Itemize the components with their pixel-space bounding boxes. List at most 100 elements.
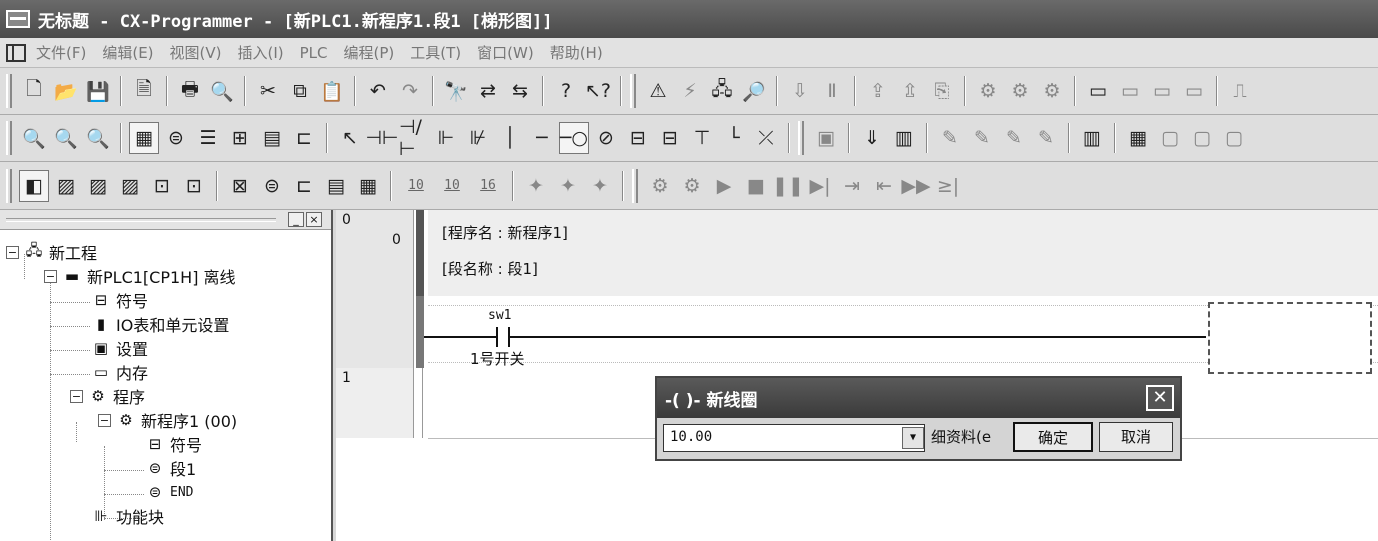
watch-window-icon[interactable]: ▦	[1123, 122, 1153, 154]
watch-icon[interactable]: ▨	[83, 170, 113, 202]
cross-reference-icon[interactable]: ⇆	[505, 75, 535, 107]
run-mode-icon[interactable]: ⇩	[785, 75, 815, 107]
tree-item-symbols[interactable]: ⊟ 符号	[90, 288, 148, 312]
tree-item-local-symbols[interactable]: ⊟ 符号	[144, 432, 202, 456]
address-reference-icon[interactable]: ▨	[115, 170, 145, 202]
sim-continuous-step-icon[interactable]: ▶▶	[901, 170, 931, 202]
menu-help[interactable]: 帮助(H)	[550, 42, 603, 63]
context-help-icon[interactable]: ↖?	[583, 75, 613, 107]
document-icon[interactable]	[6, 43, 26, 62]
delete-line-icon[interactable]: ⤫	[751, 122, 781, 154]
collapse-icon[interactable]: −	[44, 269, 57, 283]
error-window-icon[interactable]: ▢	[1187, 122, 1217, 154]
rung-0-comment[interactable]: [程序名 : 新程序1] [段名称 : 段1]	[428, 210, 1378, 296]
select-pointer-icon[interactable]: ↖	[335, 122, 365, 154]
detail-button[interactable]: 细资料(e	[931, 426, 991, 447]
properties-icon[interactable]: 🗎	[129, 75, 159, 107]
new-closed-contact-icon[interactable]: ⊣/⊢	[399, 116, 429, 160]
menu-insert[interactable]: 插入(I)	[238, 42, 284, 63]
chevron-down-icon[interactable]: ▼	[902, 427, 924, 449]
transfer-to-plc-icon[interactable]: ⇪	[863, 75, 893, 107]
new-closed-coil-icon[interactable]: ⊘	[591, 122, 621, 154]
sim-step-out-icon[interactable]: ⇤	[869, 170, 899, 202]
help-icon[interactable]: ?	[551, 75, 581, 107]
contact-operand[interactable]: sw1	[488, 308, 511, 323]
menu-edit[interactable]: 编辑(E)	[102, 42, 153, 63]
tree-item-program1[interactable]: − ⚙ 新程序1 (00)	[98, 408, 237, 432]
new-contact-icon[interactable]: ⊣⊢	[365, 122, 398, 154]
hex-display-button[interactable]: 16	[471, 170, 505, 202]
menu-window[interactable]: 窗口(W)	[477, 42, 534, 63]
tree-item-section1[interactable]: ⊜ 段1	[144, 456, 196, 480]
grid-toggle-icon[interactable]: ▦	[129, 122, 159, 154]
signed-decimal-display-button[interactable]: 10	[435, 170, 469, 202]
online-edit-cancel-icon[interactable]: ✎	[967, 122, 997, 154]
program-check-icon[interactable]: ▥	[889, 122, 919, 154]
force-on-icon[interactable]: ⚙	[973, 75, 1003, 107]
new-or-contact-icon[interactable]: ⊩	[431, 122, 461, 154]
compare-icon[interactable]: ⎘	[927, 75, 957, 107]
tree-item-end[interactable]: ⊜ END	[144, 480, 194, 504]
memory-view-icon[interactable]: ▭	[1083, 75, 1113, 107]
menu-view[interactable]: 视图(V)	[170, 42, 222, 63]
decimal-display-button[interactable]: 10	[399, 170, 433, 202]
network-view-icon[interactable]: ⊏	[289, 122, 319, 154]
new-fb-call-icon[interactable]: ⊟	[655, 122, 685, 154]
horizontal-line-icon[interactable]: ─	[527, 122, 557, 154]
menu-program[interactable]: 编程(P)	[344, 42, 395, 63]
sim-run-icon[interactable]: ▶	[709, 170, 739, 202]
tree-item-io-table[interactable]: ▮ IO表和单元设置	[90, 312, 229, 336]
local-symbols-icon[interactable]: ⊜	[257, 170, 287, 202]
mnemonic-view-icon[interactable]: ▤	[321, 170, 351, 202]
sim-stop-icon[interactable]: ■	[741, 170, 771, 202]
paste-icon[interactable]: 📋	[317, 75, 347, 107]
tree-item-settings[interactable]: ▣ 设置	[90, 336, 148, 360]
memory-edit-icon[interactable]: ▭	[1115, 75, 1145, 107]
tree-item-function-blocks[interactable]: ⊪ 功能块	[90, 504, 164, 528]
warning-icon[interactable]: ⚠	[643, 75, 673, 107]
sim-step-in-icon[interactable]: ⇥	[837, 170, 867, 202]
dock-icon[interactable]: _	[288, 212, 304, 227]
force-cancel-icon[interactable]: ⚙	[1037, 75, 1067, 107]
plc-connect-icon[interactable]: 🖧	[707, 75, 737, 107]
rung-1-header[interactable]: 1	[336, 368, 414, 438]
comment-toggle-icon[interactable]: ⊜	[161, 122, 191, 154]
sim-step-icon[interactable]: ▶|	[805, 170, 835, 202]
ladder-view-icon[interactable]: ⊏	[289, 170, 319, 202]
cancel-button[interactable]: 取消	[1099, 422, 1173, 452]
symbol-table-icon[interactable]: ⊠	[225, 170, 255, 202]
new-pt-contact-icon[interactable]: ⊤	[687, 122, 717, 154]
time-chart-icon[interactable]: ✦	[553, 170, 583, 202]
close-icon[interactable]: ×	[306, 212, 322, 227]
pause-icon[interactable]: Ⅱ	[817, 75, 847, 107]
operand-input[interactable]: 10.00 ▼	[663, 424, 925, 452]
close-icon[interactable]: ✕	[1146, 385, 1174, 411]
new-end-line-icon[interactable]: └	[719, 122, 749, 154]
collapse-icon[interactable]: −	[6, 245, 19, 259]
toolbar-grip[interactable]	[6, 74, 12, 108]
menu-file[interactable]: 文件(F)	[36, 42, 86, 63]
differential-icon[interactable]: ⎍	[1225, 75, 1255, 107]
undo-icon[interactable]: ↶	[363, 75, 393, 107]
transfer-from-plc-icon[interactable]: ⇫	[895, 75, 925, 107]
monitor-icon[interactable]: 🔎	[739, 75, 769, 107]
copy-icon[interactable]: ⧉	[285, 75, 315, 107]
collapse-icon[interactable]: −	[70, 389, 83, 403]
vertical-line-icon[interactable]: │	[495, 122, 525, 154]
zoom-small-icon[interactable]: 🔍	[19, 122, 49, 154]
task-icon[interactable]: ▥	[1077, 122, 1107, 154]
print-icon[interactable]: 🖶	[175, 75, 205, 107]
save-icon[interactable]: 💾	[83, 75, 113, 107]
online-edit-end-icon[interactable]: ✎	[1031, 122, 1061, 154]
cut-icon[interactable]: ✂	[253, 75, 283, 107]
rung-0-header[interactable]: 0 0	[336, 210, 414, 368]
differential-monitor-icon[interactable]: ✦	[585, 170, 615, 202]
monitor-window-icon[interactable]: ▤	[257, 122, 287, 154]
zoom-in-icon[interactable]: 🔍	[51, 122, 81, 154]
sim-online-icon[interactable]: ⚙	[645, 170, 675, 202]
tree-item-plc[interactable]: − ▬ 新PLC1[CP1H] 离线	[44, 264, 236, 288]
data-trace-icon[interactable]: ✦	[521, 170, 551, 202]
download-icon[interactable]: ⇓	[857, 122, 887, 154]
find-icon[interactable]: 🔭	[441, 75, 471, 107]
new-closed-or-contact-icon[interactable]: ⊮	[463, 122, 493, 154]
